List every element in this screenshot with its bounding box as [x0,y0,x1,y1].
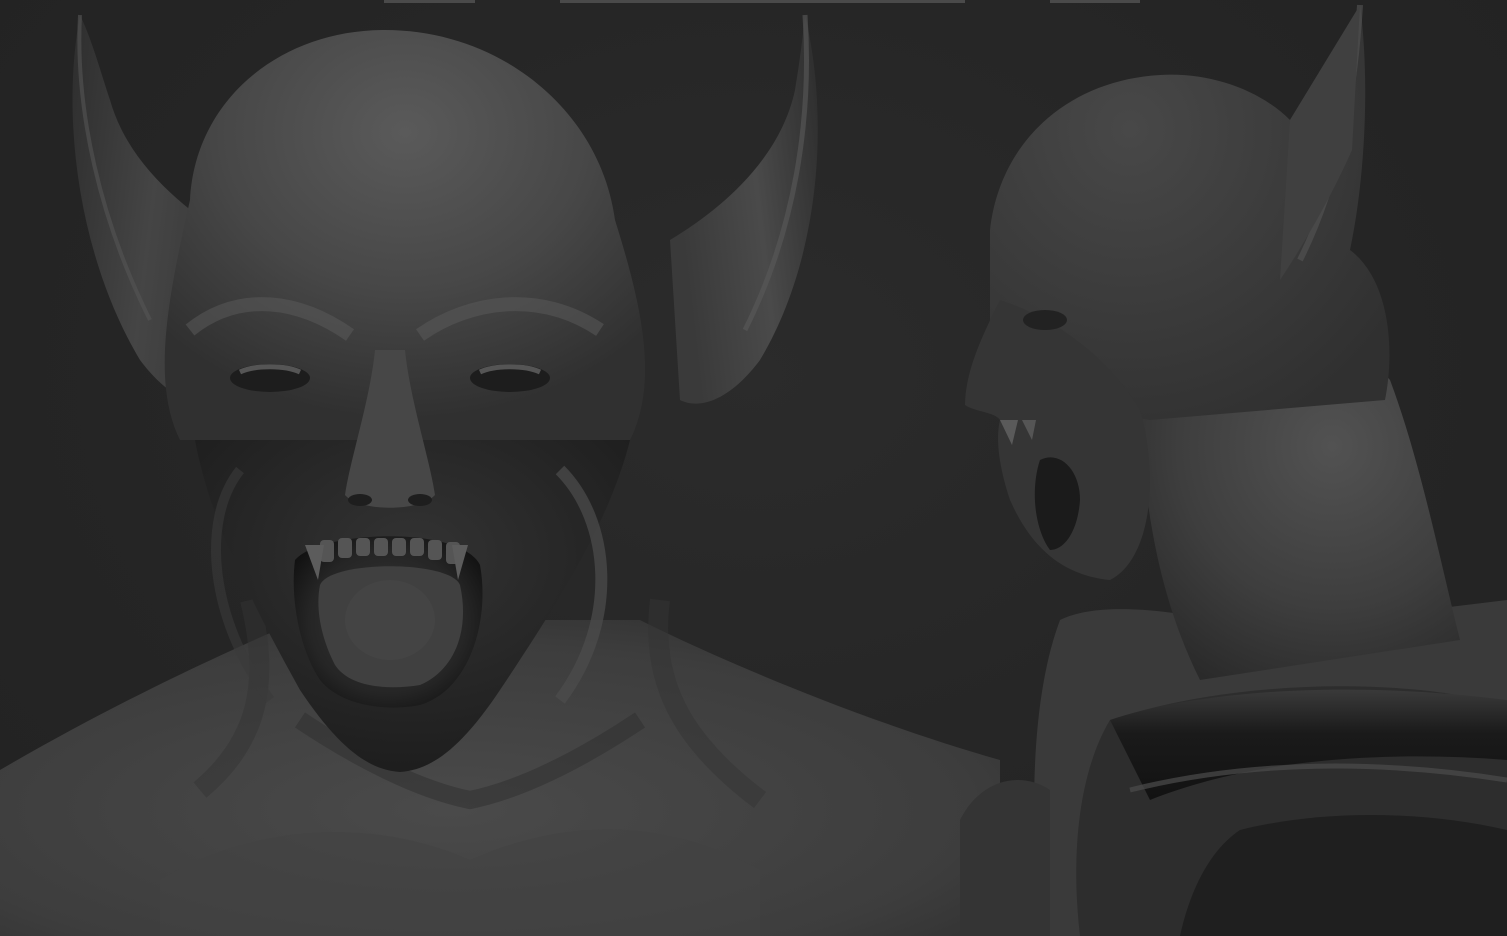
sculpt-illustration [0,4,1507,936]
side-view-bust [960,4,1507,936]
sculpt-render-viewport [0,0,1507,936]
front-view-bust [0,14,1000,936]
